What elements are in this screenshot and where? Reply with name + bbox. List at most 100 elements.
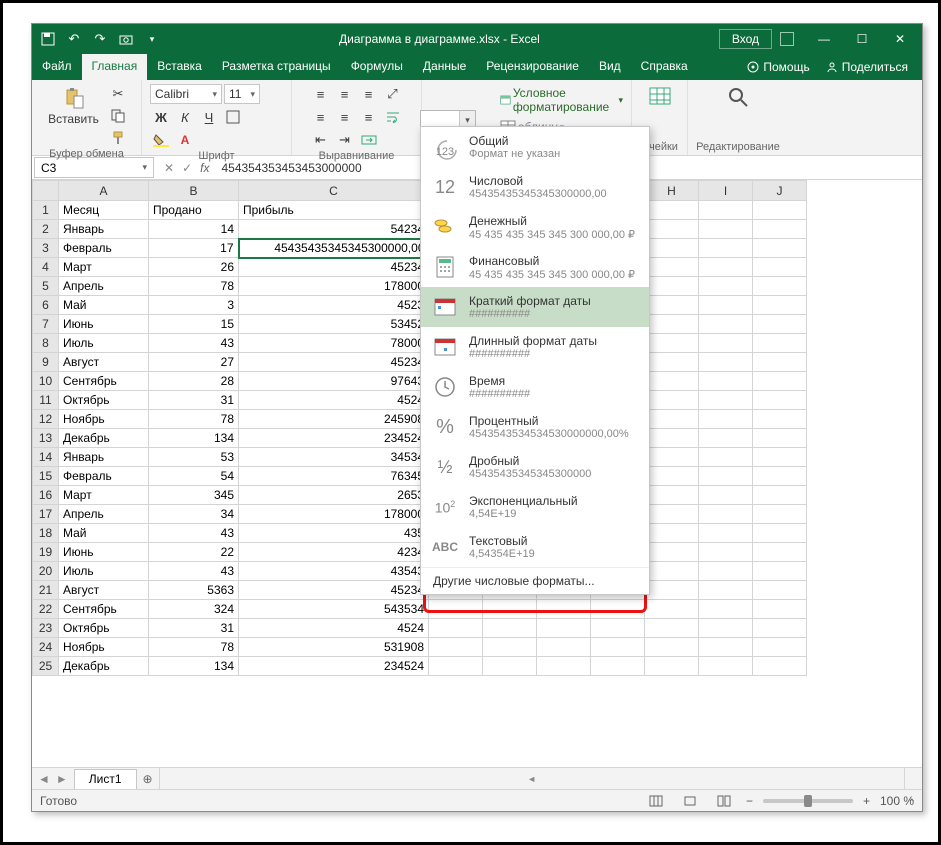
underline-button[interactable]: Ч — [198, 107, 220, 127]
col-header[interactable]: C — [239, 181, 429, 201]
format-time[interactable]: Время########## — [421, 367, 649, 407]
row-header[interactable]: 7 — [33, 315, 59, 334]
zoom-slider[interactable] — [763, 799, 853, 803]
maximize-button[interactable]: ☐ — [844, 27, 880, 51]
redo-icon[interactable]: ↷ — [92, 31, 108, 47]
qat-more-icon[interactable]: ▾ — [144, 31, 160, 47]
row-header[interactable]: 17 — [33, 505, 59, 524]
tab-3[interactable]: Разметка страницы — [212, 54, 341, 80]
add-sheet-button[interactable]: ⊕ — [137, 768, 159, 789]
format-percent[interactable]: %Процентный4543543534534530000000,00% — [421, 407, 649, 447]
fill-color-button[interactable] — [150, 130, 172, 150]
copy-icon[interactable] — [107, 106, 129, 126]
row-header[interactable]: 21 — [33, 581, 59, 600]
wrap-text-icon[interactable] — [382, 107, 404, 127]
indent-icon[interactable]: ⇥ — [334, 130, 356, 150]
fx-accept-icon[interactable]: ✓ — [182, 161, 192, 175]
orientation-icon[interactable]: ⤢ — [382, 84, 404, 104]
row-header[interactable]: 6 — [33, 296, 59, 315]
format-general[interactable]: 123ОбщийФормат не указан — [421, 127, 649, 167]
align-center-icon[interactable]: ≡ — [334, 107, 356, 127]
undo-icon[interactable]: ↶ — [66, 31, 82, 47]
format-longdate[interactable]: Длинный формат даты########## — [421, 327, 649, 367]
tab-0[interactable]: Файл — [32, 54, 82, 80]
tab-5[interactable]: Данные — [413, 54, 476, 80]
view-pagebreak-icon[interactable] — [712, 793, 736, 809]
cut-icon[interactable]: ✂ — [107, 84, 129, 104]
font-color-button[interactable]: А — [174, 130, 196, 150]
save-icon[interactable] — [40, 31, 56, 47]
view-layout-icon[interactable] — [678, 793, 702, 809]
row-header[interactable]: 13 — [33, 429, 59, 448]
format-sci[interactable]: 102Экспоненциальный4,54E+19 — [421, 487, 649, 527]
view-normal-icon[interactable] — [644, 793, 668, 809]
row-header[interactable]: 14 — [33, 448, 59, 467]
tab-4[interactable]: Формулы — [341, 54, 413, 80]
ribbon-display-icon[interactable] — [780, 32, 794, 46]
more-formats-button[interactable]: Другие числовые форматы... — [421, 567, 649, 594]
format-fraction[interactable]: ½Дробный45435435345345300000 — [421, 447, 649, 487]
sheet-tab[interactable]: Лист1 — [74, 769, 137, 789]
name-box[interactable]: C3▾ — [34, 157, 154, 178]
align-left-icon[interactable]: ≡ — [310, 107, 332, 127]
italic-button[interactable]: К — [174, 107, 196, 127]
align-top-icon[interactable]: ≡ — [310, 84, 332, 104]
col-header[interactable]: I — [699, 181, 753, 201]
bold-button[interactable]: Ж — [150, 107, 172, 127]
paste-button[interactable]: Вставить — [44, 84, 103, 128]
zoom-out-button[interactable]: − — [746, 794, 753, 808]
close-button[interactable]: ✕ — [882, 27, 918, 51]
row-header[interactable]: 1 — [33, 201, 59, 220]
fx-icon[interactable]: fx — [200, 161, 209, 175]
tab-6[interactable]: Рецензирование — [476, 54, 589, 80]
format-number[interactable]: 12Числовой45435435345345300000,00 — [421, 167, 649, 207]
align-bottom-icon[interactable]: ≡ — [358, 84, 380, 104]
cells-button[interactable] — [644, 84, 676, 110]
row-header[interactable]: 22 — [33, 600, 59, 619]
border-button[interactable] — [222, 107, 244, 127]
align-middle-icon[interactable]: ≡ — [334, 84, 356, 104]
row-header[interactable]: 25 — [33, 657, 59, 676]
tab-1[interactable]: Главная — [82, 54, 148, 80]
col-header[interactable]: A — [59, 181, 149, 201]
format-currency[interactable]: Денежный45 435 435 345 345 300 000,00 ₽ — [421, 207, 649, 247]
col-header[interactable]: B — [149, 181, 239, 201]
font-name-select[interactable]: Calibri▾ — [150, 84, 222, 104]
row-header[interactable]: 8 — [33, 334, 59, 353]
format-accounting[interactable]: Финансовый45 435 435 345 345 300 000,00 … — [421, 247, 649, 287]
row-header[interactable]: 2 — [33, 220, 59, 239]
font-size-select[interactable]: 11▾ — [224, 84, 260, 104]
merge-icon[interactable] — [358, 130, 380, 150]
row-header[interactable]: 12 — [33, 410, 59, 429]
outdent-icon[interactable]: ⇤ — [310, 130, 332, 150]
tab-7[interactable]: Вид — [589, 54, 631, 80]
sheet-nav-next-icon[interactable]: ► — [56, 772, 68, 786]
tab-8[interactable]: Справка — [631, 54, 698, 80]
row-header[interactable]: 15 — [33, 467, 59, 486]
col-header[interactable]: J — [753, 181, 807, 201]
row-header[interactable]: 18 — [33, 524, 59, 543]
row-header[interactable]: 16 — [33, 486, 59, 505]
collapse-ribbon-icon[interactable]: ⌃ — [908, 798, 916, 809]
align-right-icon[interactable]: ≡ — [358, 107, 380, 127]
tab-2[interactable]: Вставка — [147, 54, 212, 80]
zoom-in-button[interactable]: + — [863, 794, 870, 808]
row-header[interactable]: 4 — [33, 258, 59, 277]
row-header[interactable]: 19 — [33, 543, 59, 562]
minimize-button[interactable]: ― — [806, 27, 842, 51]
fx-cancel-icon[interactable]: ✕ — [164, 161, 174, 175]
format-text[interactable]: ABCТекстовый4,54354E+19 — [421, 527, 649, 567]
row-header[interactable]: 20 — [33, 562, 59, 581]
col-header[interactable]: H — [645, 181, 699, 201]
format-shortdate[interactable]: Краткий формат даты########## — [421, 287, 649, 327]
row-header[interactable]: 23 — [33, 619, 59, 638]
row-header[interactable]: 9 — [33, 353, 59, 372]
signin-button[interactable]: Вход — [719, 29, 772, 49]
row-header[interactable]: 24 — [33, 638, 59, 657]
row-header[interactable]: 10 — [33, 372, 59, 391]
editing-button[interactable] — [723, 84, 753, 110]
tell-me-button[interactable]: Помощь — [741, 56, 815, 78]
row-header[interactable]: 5 — [33, 277, 59, 296]
share-button[interactable]: Поделиться — [820, 56, 914, 78]
selected-cell[interactable]: 45435435345345300000,00 — [239, 239, 429, 258]
